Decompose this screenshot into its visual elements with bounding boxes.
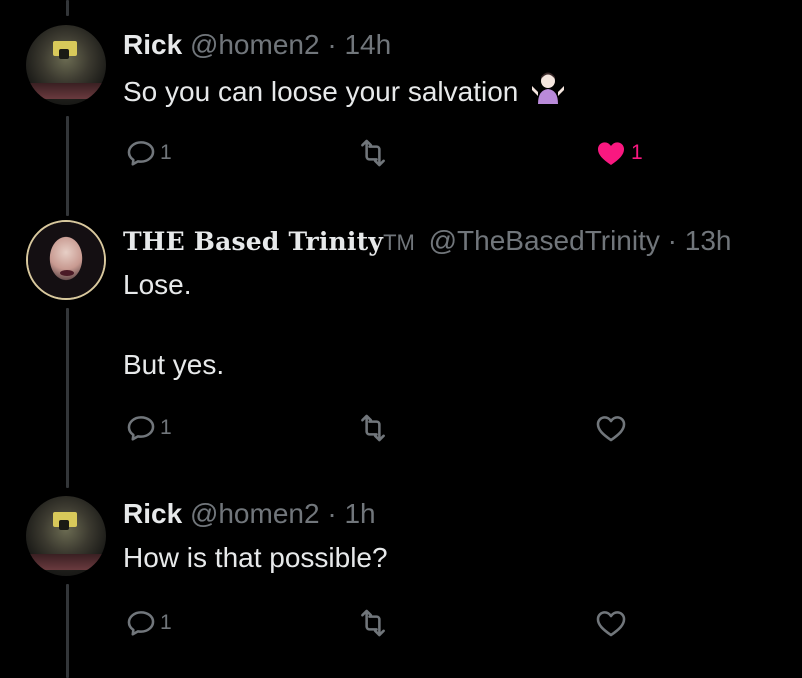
like-button[interactable] [593, 412, 631, 444]
author-handle[interactable]: @TheBasedTrinity [429, 225, 660, 256]
author-name[interactable]: Rick [123, 498, 182, 529]
woman-shrugging-emoji [530, 70, 566, 117]
author-name[interactable]: THE Based Trinity [123, 227, 383, 256]
avatar[interactable] [26, 220, 106, 300]
separator-dot: · [327, 29, 337, 60]
heart-icon [596, 416, 626, 442]
timestamp[interactable]: 13h [685, 225, 732, 256]
tweet-text-line: But yes. [123, 349, 225, 380]
reply-button[interactable]: 1 [124, 412, 172, 444]
tweet-header: THE Based TrinityTM @TheBasedTrinity · 1… [123, 225, 731, 259]
tweet-text-line: How is that possible? [123, 542, 388, 573]
reply-button[interactable]: 1 [124, 607, 172, 639]
author-name-suffix: TM [383, 230, 415, 255]
reply-icon [127, 141, 155, 166]
tweet-text-line: Lose. [123, 269, 192, 300]
tweet-text: So you can loose your salvation [123, 70, 566, 117]
reply-icon [127, 611, 155, 636]
like-button[interactable]: 1 [593, 137, 643, 169]
author-handle[interactable]: @homen2 [190, 498, 320, 529]
separator-dot: · [667, 225, 677, 256]
author-handle[interactable]: @homen2 [190, 29, 320, 60]
tweet[interactable]: Rick @homen2 · 1h How is that possible? … [0, 476, 802, 678]
reply-button[interactable]: 1 [124, 137, 172, 169]
hat-brim [30, 83, 102, 99]
hat-patch [53, 512, 77, 530]
retweet-button[interactable] [356, 412, 392, 444]
retweet-button[interactable] [356, 137, 392, 169]
tweet-header: Rick @homen2 · 14h [123, 29, 391, 61]
retweet-icon [361, 414, 385, 442]
tweet-header: Rick @homen2 · 1h [123, 498, 376, 530]
retweet-icon [361, 139, 385, 167]
avatar[interactable] [26, 496, 106, 576]
retweet-button[interactable] [356, 607, 392, 639]
reply-icon [127, 416, 155, 441]
avatar-hair [28, 222, 104, 298]
avatar[interactable] [26, 25, 106, 105]
like-button[interactable] [593, 607, 631, 639]
tweet-text-line: So you can loose your salvation [123, 75, 519, 107]
retweet-icon [361, 609, 385, 637]
tweet[interactable]: Rick @homen2 · 14h So you can loose your… [0, 0, 802, 200]
avatar-lips [60, 270, 74, 276]
timestamp[interactable]: 14h [344, 29, 391, 60]
hat-patch [53, 41, 77, 59]
reply-count: 1 [160, 416, 172, 439]
author-name[interactable]: Rick [123, 29, 182, 60]
timestamp[interactable]: 1h [344, 498, 375, 529]
reply-count: 1 [160, 141, 172, 164]
heart-filled-icon [597, 142, 625, 166]
hat-brim [30, 554, 102, 570]
separator-dot: · [327, 498, 337, 529]
heart-icon [596, 611, 626, 637]
like-count: 1 [631, 141, 643, 164]
reply-count: 1 [160, 611, 172, 634]
tweet[interactable]: THE Based TrinityTM @TheBasedTrinity · 1… [0, 200, 802, 476]
